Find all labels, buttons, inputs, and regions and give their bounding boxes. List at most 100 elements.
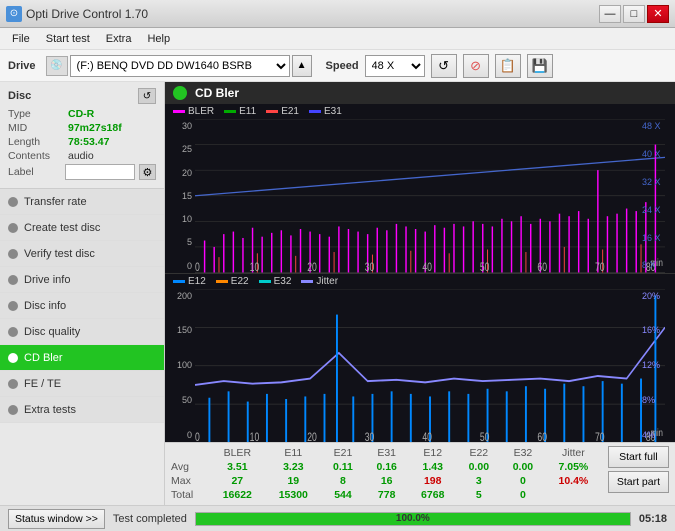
disc-label-icon-button[interactable]: ⚙	[139, 164, 156, 180]
speed-label: Speed	[326, 60, 359, 72]
nav-dot-cd-bler	[8, 353, 18, 363]
stats-avg-e22: 0.00	[457, 460, 501, 474]
menu-file[interactable]: File	[4, 31, 38, 47]
nav-dot-disc-quality	[8, 327, 18, 337]
save-button[interactable]: 💾	[527, 54, 553, 78]
chart2-container: E12 E22 E32 Jitter	[165, 273, 675, 443]
stats-max-label: Max	[171, 474, 209, 488]
sidebar-item-verify-test-disc[interactable]: Verify test disc	[0, 241, 164, 267]
chart1-container: BLER E11 E21 E31	[165, 104, 675, 273]
copy-button[interactable]: 📋	[495, 54, 521, 78]
disc-mid-value: 97m27s18f	[68, 122, 122, 134]
chart2-svg: 0 10 20 30 40 50 60 70 80 min	[195, 289, 665, 443]
stats-th-bler: BLER	[209, 446, 265, 460]
menu-extra[interactable]: Extra	[98, 31, 140, 47]
sidebar-item-fe-te[interactable]: FE / TE	[0, 371, 164, 397]
nav-dot-transfer-rate	[8, 197, 18, 207]
stats-th-e22: E22	[457, 446, 501, 460]
sidebar-item-transfer-rate[interactable]: Transfer rate	[0, 189, 164, 215]
stats-total-e31: 778	[365, 488, 409, 502]
menu-help[interactable]: Help	[139, 31, 178, 47]
svg-text:0: 0	[195, 262, 200, 272]
svg-text:50: 50	[480, 432, 490, 442]
sidebar-item-disc-quality[interactable]: Disc quality	[0, 319, 164, 345]
erase-button[interactable]: ⊘	[463, 54, 489, 78]
legend-color-jitter	[301, 280, 313, 283]
sidebar-label-cd-bler: CD Bler	[24, 352, 63, 364]
sidebar-item-create-test-disc[interactable]: Create test disc	[0, 215, 164, 241]
stats-th-e21: E21	[321, 446, 364, 460]
svg-text:70: 70	[595, 432, 605, 442]
speed-select[interactable]: 48 X40 X32 X24 X 16 X8 X4 X2 X1 X	[365, 55, 425, 77]
chart2-legend: E12 E22 E32 Jitter	[165, 274, 675, 289]
titlebar: ⊙ Opti Drive Control 1.70 — □ ✕	[0, 0, 675, 28]
start-full-button[interactable]: Start full	[608, 446, 669, 468]
legend-label-e31: E31	[324, 106, 342, 117]
nav-dot-create-test-disc	[8, 223, 18, 233]
drive-select[interactable]: (F:) BENQ DVD DD DW1640 BSRB	[70, 55, 290, 77]
svg-text:40: 40	[422, 262, 432, 272]
drive-eject-button[interactable]: ▲	[292, 55, 312, 77]
chart1-y-labels: 30 25 20 15 10 5 0	[165, 119, 195, 273]
disc-label-input[interactable]	[65, 164, 135, 180]
disc-mid-label: MID	[8, 122, 64, 134]
progress-text: 100.0%	[196, 513, 630, 525]
stats-max-jitter: 10.4%	[545, 474, 602, 488]
chart2-y2-labels: 20% 16% 12% 8% 4%	[640, 289, 675, 443]
sidebar-item-disc-info[interactable]: Disc info	[0, 293, 164, 319]
status-window-button[interactable]: Status window >>	[8, 509, 105, 529]
stats-avg-e31: 0.16	[365, 460, 409, 474]
sidebar-item-extra-tests[interactable]: Extra tests	[0, 397, 164, 423]
menu-start-test[interactable]: Start test	[38, 31, 98, 47]
statusbar: Status window >> Test completed 100.0% 0…	[0, 505, 675, 531]
menubar: File Start test Extra Help	[0, 28, 675, 50]
svg-text:10: 10	[250, 432, 260, 442]
legend-label-e22: E22	[231, 276, 249, 287]
legend-e22: E22	[216, 276, 249, 287]
sidebar-item-cd-bler[interactable]: CD Bler	[0, 345, 164, 371]
chart2-y-labels: 200 150 100 50 0	[165, 289, 195, 443]
stats-avg-e21: 0.11	[321, 460, 364, 474]
stats-avg-e12: 1.43	[409, 460, 457, 474]
stats-th-label	[171, 446, 209, 460]
stats-buttons-row: BLER E11 E21 E31 E12 E22 E32 Jitter	[171, 446, 669, 502]
minimize-button[interactable]: —	[599, 5, 621, 23]
stats-total-e32: 0	[501, 488, 545, 502]
disc-type-value: CD-R	[68, 108, 94, 120]
disc-panel: Disc ↺ Type CD-R MID 97m27s18f Length 78…	[0, 82, 164, 189]
stats-avg-jitter: 7.05%	[545, 460, 602, 474]
maximize-button[interactable]: □	[623, 5, 645, 23]
legend-e12: E12	[173, 276, 206, 287]
disc-refresh-button[interactable]: ↺	[138, 88, 156, 104]
content-area: CD Bler BLER E11 E21 E3	[165, 82, 675, 505]
svg-text:30: 30	[365, 262, 375, 272]
stats-total-e12: 6768	[409, 488, 457, 502]
disc-mid-row: MID 97m27s18f	[8, 122, 156, 134]
stats-area: BLER E11 E21 E31 E12 E22 E32 Jitter	[165, 442, 675, 505]
stats-th-e12: E12	[409, 446, 457, 460]
svg-text:60: 60	[537, 262, 547, 272]
refresh-button[interactable]: ↺	[431, 54, 457, 78]
sidebar-label-create-test-disc: Create test disc	[24, 222, 100, 234]
sidebar-label-verify-test-disc: Verify test disc	[24, 248, 95, 260]
legend-color-bler	[173, 110, 185, 113]
nav-dot-extra-tests	[8, 405, 18, 415]
stats-max-row: Max 27 19 8 16 198 3 0 10.4%	[171, 474, 602, 488]
start-part-button[interactable]: Start part	[608, 471, 669, 493]
disc-length-value: 78:53.47	[68, 136, 109, 148]
stats-th-e32: E32	[501, 446, 545, 460]
chart-title-icon	[173, 86, 187, 100]
time-text: 05:18	[639, 513, 667, 525]
legend-e31: E31	[309, 106, 342, 117]
chart2-svg-wrap: 0 10 20 30 40 50 60 70 80 min 200 150 10…	[165, 289, 675, 443]
legend-label-bler: BLER	[188, 106, 214, 117]
stats-total-jitter	[545, 488, 602, 502]
drive-icon: 💿	[46, 56, 68, 76]
stats-avg-row: Avg 3.51 3.23 0.11 0.16 1.43 0.00 0.00 7…	[171, 460, 602, 474]
stats-th-jitter: Jitter	[545, 446, 602, 460]
close-button[interactable]: ✕	[647, 5, 669, 23]
legend-bler: BLER	[173, 106, 214, 117]
stats-max-e31: 16	[365, 474, 409, 488]
sidebar-item-drive-info[interactable]: Drive info	[0, 267, 164, 293]
sidebar-label-transfer-rate: Transfer rate	[24, 196, 87, 208]
